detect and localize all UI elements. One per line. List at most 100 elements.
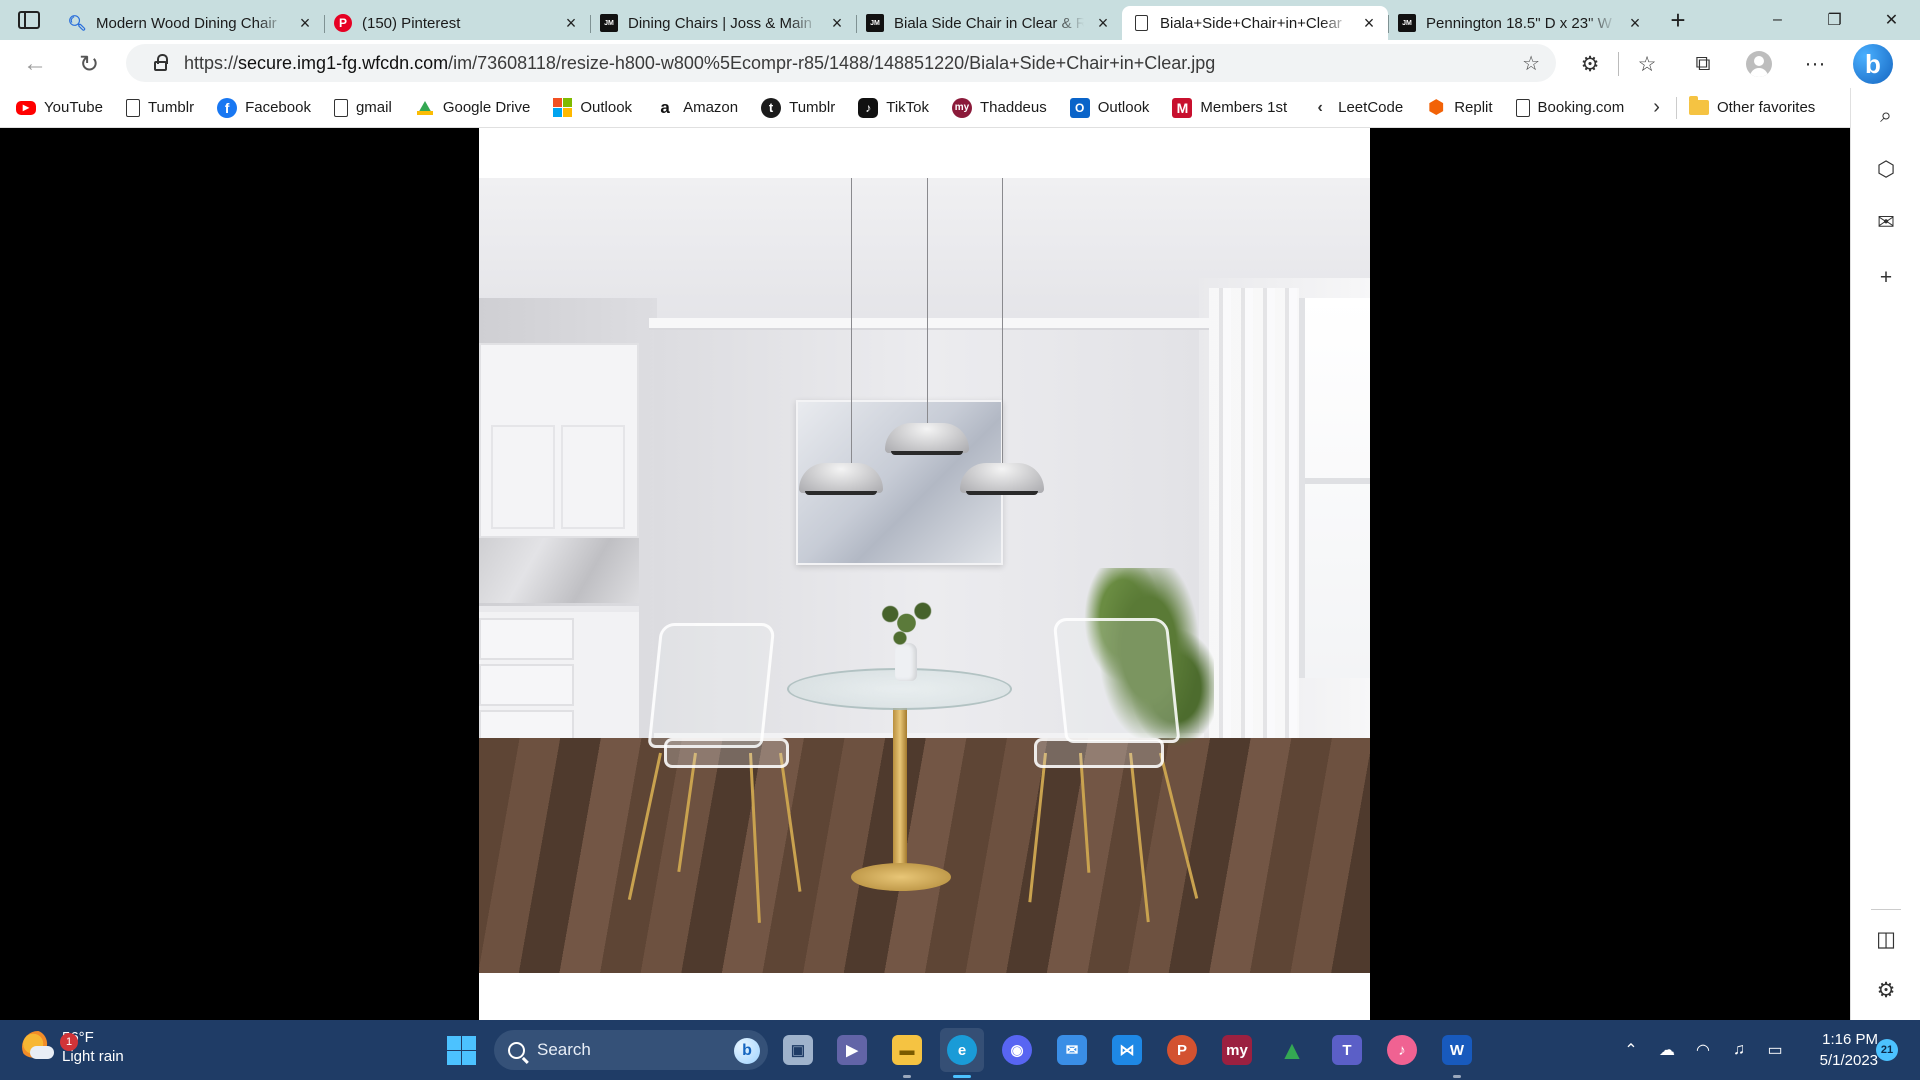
vscode-icon[interactable]: ⋈: [1105, 1028, 1149, 1072]
bing-icon[interactable]: b: [734, 1038, 760, 1064]
discord-icon[interactable]: ◉: [995, 1028, 1039, 1072]
settings-icon[interactable]: ⚙: [1851, 968, 1920, 1012]
close-icon[interactable]: ×: [1360, 13, 1378, 34]
battery-icon[interactable]: ▭: [1764, 1039, 1786, 1061]
tab-title: Pennington 18.5" D x 23" W: [1426, 14, 1612, 32]
weather-widget[interactable]: 1 56°F Light rain: [22, 1028, 124, 1066]
tab-actions-icon: [18, 11, 40, 29]
hide-sidebar-icon[interactable]: ◫: [1851, 917, 1920, 961]
tab-modern-wood-dining-chair[interactable]: 🔍︎ Modern Wood Dining Chair ×: [58, 6, 324, 40]
favorite-leetcode[interactable]: ‹ LeetCode: [1310, 98, 1403, 118]
close-icon[interactable]: ×: [1626, 13, 1644, 34]
tab-biala-side-chair[interactable]: JM Biala Side Chair in Clear & R ×: [856, 6, 1122, 40]
collections-icon[interactable]: ⧉: [1675, 42, 1731, 86]
favorite-youtube[interactable]: ▶ YouTube: [16, 99, 103, 116]
favorite-label: Facebook: [245, 99, 311, 116]
tab-biala-image[interactable]: Biala+Side+Chair+in+Clear ×: [1122, 6, 1388, 40]
file-explorer-icon[interactable]: ▬: [885, 1028, 929, 1078]
favorite-label: YouTube: [44, 99, 103, 116]
add-icon[interactable]: +: [1851, 256, 1920, 300]
outlook-icon[interactable]: ✉: [1851, 200, 1920, 244]
tumblr-icon: t: [761, 97, 782, 118]
extensions-icon[interactable]: ⚙: [1562, 42, 1618, 86]
favorite-replit[interactable]: ⬢ Replit: [1426, 97, 1492, 118]
refresh-button[interactable]: ↻: [62, 42, 116, 86]
teams-meet-icon[interactable]: ▶: [830, 1028, 874, 1072]
powerpoint-icon[interactable]: P: [1160, 1028, 1204, 1072]
favorite-label: Booking.com: [1537, 99, 1625, 116]
favorite-google-drive[interactable]: Google Drive: [415, 98, 531, 118]
tab-pennington[interactable]: JM Pennington 18.5" D x 23" W ×: [1388, 6, 1654, 40]
edge-icon[interactable]: e: [940, 1028, 984, 1078]
favorite-tumblr-2[interactable]: t Tumblr: [761, 97, 835, 118]
close-icon[interactable]: ×: [1094, 13, 1112, 34]
favorite-label: Outlook: [1097, 99, 1150, 116]
chevron-right-icon[interactable]: ›: [1653, 96, 1660, 119]
more-options-icon[interactable]: ···: [1787, 42, 1843, 86]
notification-badge[interactable]: 21: [1876, 1039, 1898, 1061]
teams-icon[interactable]: T: [1325, 1028, 1369, 1072]
url-path: /im/73608118/resize-h800-w800%5Ecompr-r8…: [448, 52, 1216, 73]
favorite-tiktok[interactable]: ♪ TikTok: [858, 97, 929, 118]
favorite-amazon[interactable]: a Amazon: [655, 98, 738, 118]
url-prefix: https://: [184, 52, 239, 73]
favorite-members-1st[interactable]: M Members 1st: [1172, 97, 1288, 118]
tab-actions-button[interactable]: [0, 0, 58, 40]
start-button[interactable]: [447, 1036, 476, 1065]
wifi-icon[interactable]: ◠: [1692, 1039, 1714, 1061]
back-button[interactable]: ←: [8, 42, 62, 86]
taskbar-search[interactable]: Search b: [494, 1030, 768, 1070]
favorite-gmail[interactable]: gmail: [333, 98, 392, 117]
new-tab-button[interactable]: +: [1658, 3, 1698, 37]
search-icon[interactable]: ⌕: [1851, 94, 1920, 138]
tab-title: Dining Chairs | Joss & Main: [628, 14, 812, 32]
itunes-icon[interactable]: ♪: [1380, 1028, 1424, 1072]
favorite-tumblr[interactable]: Tumblr: [125, 98, 195, 117]
favorite-outlook-2[interactable]: O Outlook: [1069, 97, 1150, 118]
word-icon[interactable]: W: [1435, 1028, 1479, 1078]
pinterest-icon: P: [334, 14, 352, 32]
restore-button[interactable]: ❐: [1806, 0, 1863, 40]
profile-button[interactable]: [1731, 42, 1787, 86]
product-image[interactable]: [479, 128, 1370, 1020]
clock[interactable]: 1:16 PM 5/1/2023: [1800, 1029, 1878, 1071]
favorite-thaddeus[interactable]: my Thaddeus: [952, 97, 1047, 118]
favorites-icon[interactable]: ☆: [1619, 42, 1675, 86]
my-app-icon[interactable]: my: [1215, 1028, 1259, 1072]
tab-pinterest[interactable]: P (150) Pinterest ×: [324, 6, 590, 40]
volume-icon[interactable]: ♫: [1728, 1039, 1750, 1061]
address-bar[interactable]: https://secure.img1-fg.wfcdn.com/im/7360…: [126, 44, 1556, 82]
mail-icon[interactable]: ✉: [1050, 1028, 1094, 1072]
clock-time: 1:16 PM: [1822, 1031, 1878, 1048]
close-icon[interactable]: ×: [828, 13, 846, 34]
task-view-icon[interactable]: ▣: [776, 1028, 820, 1072]
minimize-button[interactable]: –: [1749, 0, 1806, 40]
joss-main-icon: JM: [1398, 14, 1416, 32]
google-drive-icon[interactable]: ▲: [1270, 1028, 1314, 1072]
favorite-booking[interactable]: Booking.com: [1515, 98, 1625, 117]
other-favorites-folder[interactable]: Other favorites: [1688, 96, 1815, 116]
favorite-label: Tumblr: [147, 99, 195, 116]
add-favorite-icon[interactable]: ☆: [1522, 51, 1540, 76]
weather-rain-icon: [22, 1031, 54, 1063]
url-text: https://secure.img1-fg.wfcdn.com/im/7360…: [184, 53, 1215, 74]
favorite-facebook[interactable]: f Facebook: [217, 97, 311, 118]
favorite-outlook[interactable]: Outlook: [553, 98, 632, 117]
favorite-label: Outlook: [580, 99, 633, 116]
close-icon[interactable]: ×: [562, 13, 580, 34]
tab-dining-chairs-joss-main[interactable]: JM Dining Chairs | Joss & Main ×: [590, 6, 856, 40]
replit-icon: ⬢: [1428, 97, 1445, 117]
favorite-label: Google Drive: [442, 99, 531, 116]
browser-toolbar: ← ↻ https://secure.img1-fg.wfcdn.com/im/…: [0, 40, 1920, 88]
tiktok-icon: ♪: [858, 97, 879, 118]
close-icon[interactable]: ×: [296, 13, 314, 34]
bing-chat-icon[interactable]: b: [1853, 44, 1893, 84]
search-placeholder: Search: [537, 1040, 591, 1059]
discover-icon[interactable]: ⬡: [1851, 147, 1920, 191]
favorite-label: Members 1st: [1200, 99, 1288, 116]
close-window-button[interactable]: ✕: [1863, 0, 1920, 40]
onedrive-icon[interactable]: ☁: [1656, 1039, 1678, 1061]
chevron-up-icon[interactable]: ⌃: [1620, 1039, 1642, 1061]
google-drive-icon: [415, 98, 435, 118]
lock-icon[interactable]: [140, 54, 180, 71]
